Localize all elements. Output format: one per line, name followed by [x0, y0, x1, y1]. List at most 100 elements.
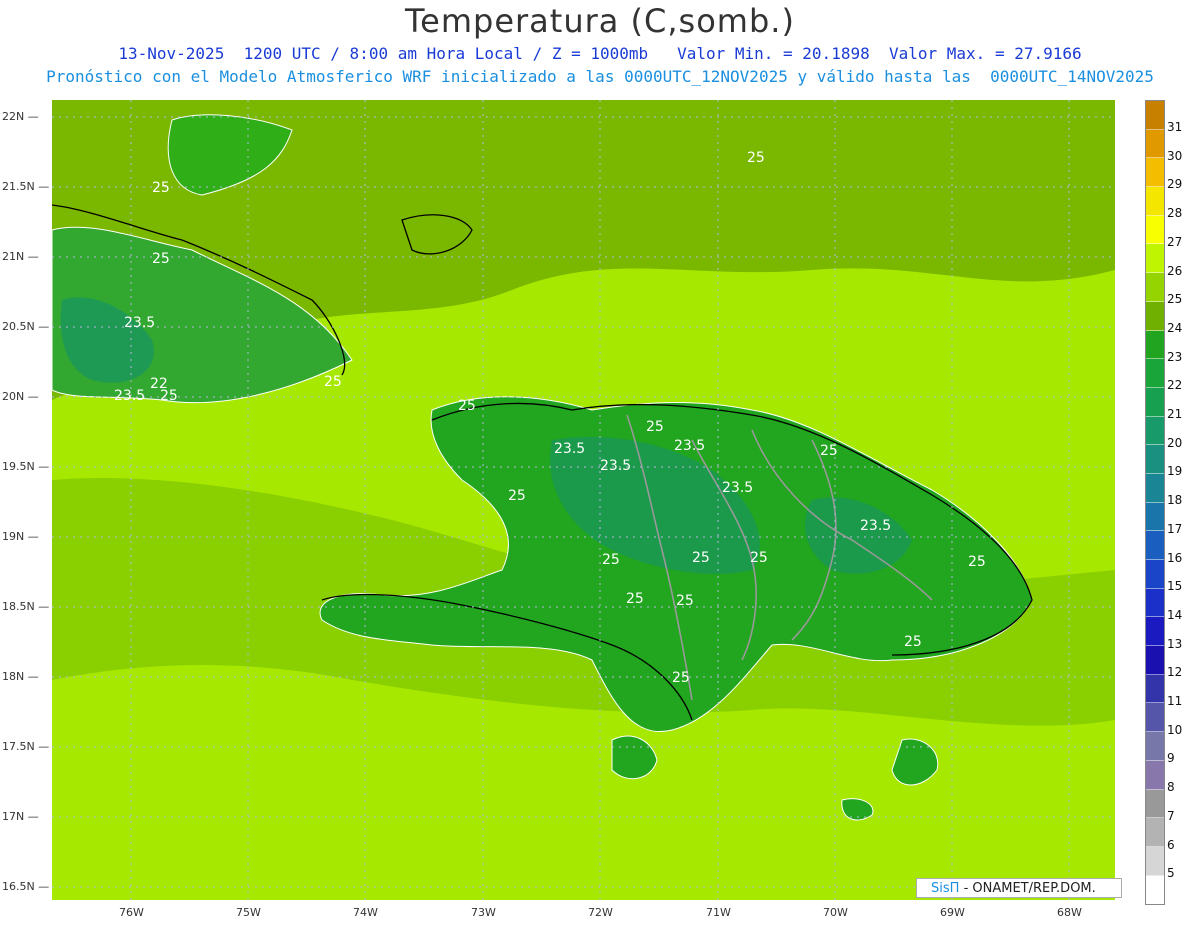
legend-value-label: 8 [1167, 780, 1175, 795]
legend-color-box [1146, 387, 1164, 417]
legend-color-box [1146, 617, 1164, 647]
longitude-label: 70W [823, 906, 848, 919]
legend-value-label: 24 [1167, 320, 1183, 335]
legend-value-label: 26 [1167, 263, 1183, 278]
legend-color-box [1146, 244, 1164, 274]
legend-color-box [1146, 416, 1164, 446]
latitude-label: 21.5N — [2, 180, 50, 193]
legend-color-box [1146, 674, 1164, 704]
longitude-label: 73W [471, 906, 496, 919]
legend-value-label: 16 [1167, 550, 1183, 565]
contour-label: 23.5 [674, 438, 705, 454]
longitude-label: 71W [706, 906, 731, 919]
legend-color-box [1146, 502, 1164, 532]
map-subtitle-valid-time: 13-Nov-2025 1200 UTC / 8:00 am Hora Loca… [118, 44, 1082, 63]
credit-text: - ONAMET/REP.DOM. [963, 881, 1096, 896]
legend-value-label: 19 [1167, 464, 1183, 479]
contour-label: 25 [747, 150, 765, 166]
longitude-label: 74W [353, 906, 378, 919]
contour-label: 25 [626, 591, 644, 607]
legend-value-label: 15 [1167, 579, 1183, 594]
legend-value-label: 12 [1167, 665, 1183, 680]
latitude-label: 19N — [2, 530, 39, 543]
legend-value-label: 22 [1167, 378, 1183, 393]
contour-label: 25 [152, 180, 170, 196]
longitude-label: 76W [119, 906, 144, 919]
legend-value-label: 7 [1167, 808, 1175, 823]
contour-label: 25 [672, 670, 690, 686]
legend-color-box [1146, 215, 1164, 245]
legend-value-label: 20 [1167, 435, 1183, 450]
legend-value-label: 18 [1167, 493, 1183, 508]
legend-color-box [1146, 359, 1164, 388]
legend-value-label: 9 [1167, 751, 1175, 766]
longitude-label: 69W [940, 906, 965, 919]
contour-label: 23.5 [554, 441, 585, 457]
legend-color-box [1146, 531, 1164, 560]
temperature-map: 25 25 25 23.5 22 23.5 25 25 25 25 23.5 2… [52, 100, 1115, 900]
legend-color-box [1146, 301, 1164, 331]
latitude-label: 16.5N — [2, 880, 50, 893]
legend-color-box [1146, 129, 1164, 159]
latitude-label: 18.5N — [2, 600, 50, 613]
contour-label: 25 [692, 550, 710, 566]
color-legend [1145, 100, 1165, 906]
contour-label: 25 [968, 554, 986, 570]
credit-box: SisΠ - ONAMET/REP.DOM. [916, 878, 1122, 898]
contour-label: 25 [152, 251, 170, 267]
legend-color-box [1146, 818, 1164, 847]
map-title: Temperatura (C,somb.) [405, 2, 795, 40]
legend-value-label: 21 [1167, 407, 1183, 421]
contour-label: 25 [646, 419, 664, 435]
contour-label: 25 [458, 398, 476, 414]
legend-value-label: 23 [1167, 349, 1183, 364]
legend-color-box [1146, 473, 1164, 503]
sispi-logo: SisΠ [931, 881, 960, 896]
legend-value-label: 17 [1167, 521, 1183, 536]
contour-label: 23.5 [860, 518, 891, 534]
contour-label: 25 [820, 443, 838, 459]
latitude-label: 17N — [2, 810, 39, 823]
contour-label: 25 [602, 552, 620, 568]
legend-color-box [1146, 158, 1164, 188]
legend-value-label: 6 [1167, 837, 1175, 852]
contour-label: 25 [160, 388, 178, 404]
latitude-label: 19.5N — [2, 460, 50, 473]
legend-color-box [1146, 646, 1164, 675]
contour-label: 23.5 [114, 388, 145, 404]
latitude-label: 18N — [2, 670, 39, 683]
contour-label: 25 [904, 634, 922, 650]
legend-value-label: 30 [1167, 148, 1183, 163]
legend-value-label: 28 [1167, 206, 1183, 221]
legend-color-box [1146, 789, 1164, 819]
map-subtitle-model-info: Pronóstico con el Modelo Atmosferico WRF… [46, 67, 1154, 86]
legend-color-box [1146, 330, 1164, 360]
legend-color-box [1146, 187, 1164, 216]
legend-value-label: 29 [1167, 177, 1183, 192]
legend-color-box [1146, 875, 1164, 905]
longitude-label: 75W [236, 906, 261, 919]
longitude-label: 72W [588, 906, 613, 919]
contour-label: 25 [324, 374, 342, 390]
legend-value-label: 31 [1167, 120, 1183, 134]
legend-value-label: 13 [1167, 636, 1183, 651]
latitude-label: 17.5N — [2, 740, 50, 753]
legend-value-label: 5 [1167, 866, 1175, 881]
contour-label: 23.5 [722, 480, 753, 496]
legend-color-box [1146, 760, 1164, 790]
legend-color-box [1146, 560, 1164, 589]
legend-color-box [1146, 588, 1164, 618]
legend-value-label: 11 [1167, 694, 1183, 708]
legend-color-box [1146, 732, 1164, 761]
legend-color-box [1146, 445, 1164, 474]
legend-color-box [1146, 846, 1164, 876]
latitude-label: 20.5N — [2, 320, 50, 333]
legend-color-box [1146, 101, 1164, 130]
legend-value-label: 14 [1167, 607, 1183, 622]
latitude-label: 22N — [2, 110, 39, 123]
latitude-label: 21N — [2, 250, 39, 263]
legend-value-label: 25 [1167, 292, 1183, 307]
legend-color-box [1146, 703, 1164, 733]
contour-label: 23.5 [124, 315, 155, 331]
legend-color-box [1146, 273, 1164, 302]
